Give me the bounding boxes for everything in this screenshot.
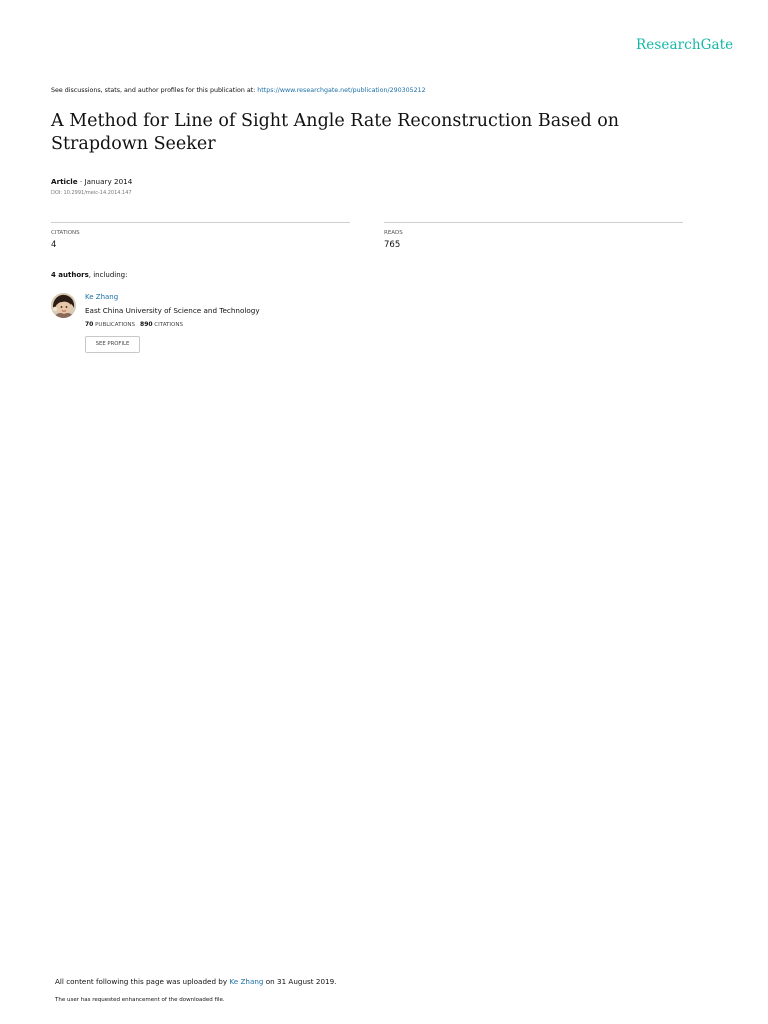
authors-count: 4 authors — [51, 271, 89, 279]
author-publications-count: 70 — [85, 321, 94, 328]
authors-suffix: , including: — [88, 271, 128, 279]
author-affiliation: East China University of Science and Tec… — [85, 306, 260, 315]
citations-label: CITATIONS — [51, 230, 80, 236]
reads-value: 765 — [384, 240, 401, 250]
author-publications-label: PUBLICATIONS — [95, 322, 136, 328]
publication-title: A Method for Line of Sight Angle Rate Re… — [51, 111, 620, 154]
enhancement-note: The user has requested enhancement of th… — [55, 997, 225, 1003]
reads-divider — [384, 222, 683, 223]
discussion-prefix: See discussions, stats, and author profi… — [51, 87, 258, 94]
publication-type: Article — [51, 177, 78, 186]
upload-prefix: All content following this page was uplo… — [55, 977, 230, 986]
publication-doi: DOI: 10.2991/meic-14.2014.147 — [51, 190, 132, 196]
author-citations-count: 890 — [140, 321, 153, 328]
authors-summary: 4 authors, including: — [51, 271, 127, 279]
author-citations-label: CITATIONS — [154, 322, 183, 328]
publication-type-date: Article · January 2014 — [51, 177, 132, 186]
researchgate-logo[interactable]: ResearchGate — [636, 37, 733, 53]
author-avatar[interactable] — [51, 293, 76, 318]
author-name-link[interactable]: Ke Zhang — [85, 293, 118, 301]
reads-label: READS — [384, 230, 403, 236]
citations-value: 4 — [51, 240, 57, 250]
publication-date: January 2014 — [84, 177, 133, 186]
publication-url-link[interactable]: https://www.researchgate.net/publication… — [257, 87, 425, 94]
discussion-notice: See discussions, stats, and author profi… — [51, 87, 426, 94]
see-profile-button[interactable]: SEE PROFILE — [85, 336, 140, 353]
upload-suffix: on 31 August 2019. — [263, 977, 337, 986]
upload-notice: All content following this page was uplo… — [55, 977, 336, 986]
avatar-photo-icon — [51, 293, 76, 318]
author-metrics: 70 PUBLICATIONS 890 CITATIONS — [85, 321, 183, 328]
citations-divider — [51, 222, 350, 223]
uploader-link[interactable]: Ke Zhang — [229, 977, 263, 986]
